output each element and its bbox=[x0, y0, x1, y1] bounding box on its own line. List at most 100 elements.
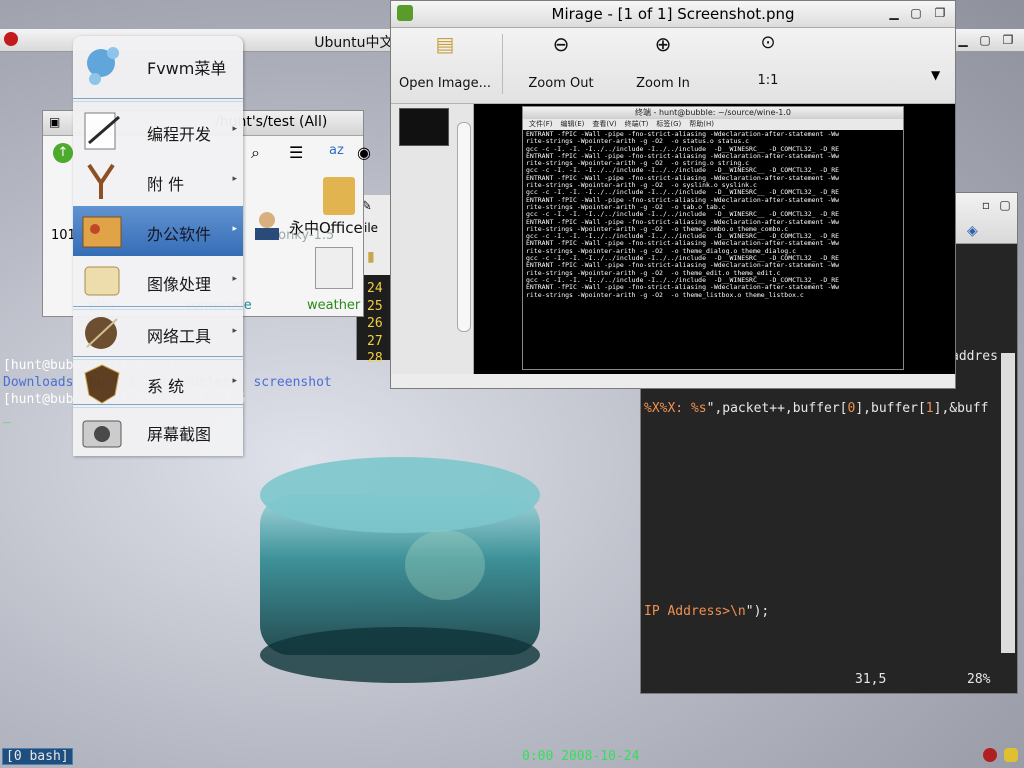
screenshot-output-line: rite-strings -Wpointer-arith -g -O2 -o t… bbox=[526, 290, 804, 299]
submenu-arrow-icon: ▸ bbox=[232, 274, 237, 284]
mirage-window-title: Mirage - [1 of 1] Screenshot.png bbox=[551, 5, 795, 23]
menu-item-label: 系 统 bbox=[147, 377, 185, 396]
submenu-arrow-icon: ▸ bbox=[232, 376, 237, 386]
minimize-icon[interactable]: ▁ bbox=[887, 6, 901, 20]
vim-text-line: addres bbox=[951, 349, 998, 364]
fvwm-start-menu[interactable]: Fvwm菜单 编程开发 ▸ 附 件 ▸ 办公软件 ▸ 图像处理 ▸ 网络工具 ▸… bbox=[73, 36, 243, 456]
mirage-toolbar: ▤ Open Image... ⊖ Zoom Out ⊕ Zoom In ⊙ 1… bbox=[391, 28, 955, 104]
vim-code-rest: ",packet++,buffer[0],buffer[1],&buff bbox=[706, 401, 989, 416]
maximize-icon[interactable]: ▢ bbox=[909, 6, 923, 20]
network-globe-icon bbox=[85, 317, 118, 349]
menu-item-accessories[interactable]: 附 件 ▸ bbox=[73, 156, 243, 206]
network-tray-icon[interactable] bbox=[1004, 748, 1018, 762]
screenshot-menu-item: 编辑(E) bbox=[560, 120, 585, 128]
pencil-paper-icon bbox=[84, 112, 120, 150]
screenshot-menu-item: 文件(F) bbox=[529, 120, 553, 128]
screenshot-menu-item: 标签(G) bbox=[656, 120, 682, 128]
zoom-in-label: Zoom In bbox=[636, 76, 690, 91]
menu-separator bbox=[73, 98, 243, 102]
zoom-out-button[interactable]: ⊖ Zoom Out bbox=[511, 32, 611, 100]
up-arrow-icon[interactable]: ↑ bbox=[53, 143, 73, 163]
maximize-icon[interactable]: ▢ bbox=[978, 33, 992, 47]
screenshot-terminal-title: 终端 - hunt@bubble: ~/source/wine-1.0 bbox=[523, 107, 903, 119]
actual-size-icon: ⊙ bbox=[760, 32, 776, 53]
file-manager-app-icon: ▣ bbox=[49, 115, 61, 129]
restore-icon[interactable]: ❐ bbox=[933, 6, 947, 20]
vim-code-line: %X%X: %s",packet++,buffer[0],buffer[1],&… bbox=[644, 401, 989, 416]
zoom-in-button[interactable]: ⊕ Zoom In bbox=[613, 32, 713, 100]
zoom-in-icon: ⊕ bbox=[654, 32, 672, 56]
submenu-arrow-icon: ▸ bbox=[232, 326, 237, 336]
screenshot-menu-item: 帮助(H) bbox=[689, 120, 715, 128]
screenshot-menu-item: 查看(V) bbox=[592, 120, 617, 128]
menu-item-image-processing[interactable]: 图像处理 ▸ bbox=[73, 256, 243, 306]
shield-icon bbox=[84, 364, 120, 404]
globe-icon bbox=[87, 47, 119, 85]
thumbnail-image[interactable] bbox=[399, 108, 449, 146]
sort-az-icon[interactable]: az bbox=[329, 143, 344, 158]
vim-ruler-position: 31,5 bbox=[855, 672, 887, 687]
camera-icon bbox=[82, 420, 122, 448]
slingshot-icon bbox=[87, 163, 115, 199]
open-image-button[interactable]: ▤ Open Image... bbox=[395, 32, 495, 100]
line-number: 28 bbox=[367, 351, 383, 366]
vim-scrollbar[interactable] bbox=[1001, 353, 1015, 653]
image-view-area[interactable]: 终端 - hunt@bubble: ~/source/wine-1.0 文件(F… bbox=[391, 104, 955, 374]
yozo-office-icon bbox=[255, 212, 279, 240]
menu-item-label: 网络工具 bbox=[147, 327, 212, 346]
folder-open-icon: ▤ bbox=[435, 32, 455, 56]
menu-item-label: 图像处理 bbox=[147, 275, 212, 294]
zoom-out-label: Zoom Out bbox=[528, 76, 594, 91]
opera-tray-icon[interactable] bbox=[983, 748, 997, 762]
menu-item-fvwm[interactable]: Fvwm菜单 bbox=[73, 40, 243, 90]
menu-item-screenshot[interactable]: 屏幕截图 bbox=[73, 406, 243, 456]
folder-icon[interactable]: ▮ bbox=[367, 249, 375, 265]
eye-icon[interactable]: ◉ bbox=[357, 143, 371, 162]
screenshot-terminal-menubar: 文件(F) 编辑(E) 查看(V) 终端(T) 标签(G) 帮助(H) bbox=[523, 119, 903, 130]
screenshot-terminal-output: ENTRANT -fPIC -Wall -pipe -fno-strict-al… bbox=[526, 131, 886, 367]
terminal-cursor: _ bbox=[3, 409, 11, 424]
minimize-icon[interactable]: ▫ bbox=[979, 198, 993, 212]
screenshot-terminal-image: 终端 - hunt@bubble: ~/source/wine-1.0 文件(F… bbox=[522, 106, 904, 370]
gear-file-icon[interactable] bbox=[315, 247, 353, 289]
submenu-arrow-icon: ▸ bbox=[232, 224, 237, 234]
menu-item-label: 附 件 bbox=[147, 175, 185, 194]
menu-item-network-tools[interactable]: 网络工具 ▸ bbox=[73, 308, 243, 358]
line-number: 25 bbox=[367, 298, 383, 314]
list-view-icon[interactable]: ☰ bbox=[289, 143, 303, 162]
minimize-icon[interactable]: ▁ bbox=[956, 33, 970, 47]
menu-item-programming[interactable]: 编程开发 ▸ bbox=[73, 106, 243, 156]
toolbar-overflow-chevron-icon[interactable]: ▼ bbox=[931, 68, 940, 82]
zoom-out-icon: ⊖ bbox=[552, 32, 570, 56]
submenu-arrow-icon: ▸ bbox=[232, 174, 237, 184]
vim-code-line-2: IP Address>\n"); bbox=[644, 604, 770, 619]
line-number: 27 bbox=[367, 333, 383, 349]
menu-item-label: Fvwm菜单 bbox=[147, 59, 227, 78]
mirage-titlebar: Mirage - [1 of 1] Screenshot.png ▁ ▢ ❐ bbox=[391, 1, 955, 28]
submenu-item-yozo-office[interactable]: 永中Office bbox=[289, 217, 363, 238]
vim-ruler-percent: 28% bbox=[967, 672, 991, 687]
maximize-icon[interactable]: ▢ bbox=[998, 198, 1012, 212]
actual-size-button[interactable]: ⊙ 1:1 bbox=[731, 32, 805, 100]
line-number: 24 bbox=[367, 281, 383, 296]
editor-file-label: ile bbox=[364, 221, 379, 235]
file-item-weather[interactable]: weather bbox=[307, 298, 360, 313]
menu-item-office[interactable]: 办公软件 ▸ bbox=[73, 206, 243, 256]
restore-icon[interactable]: ❐ bbox=[1001, 33, 1015, 47]
thumbnail-pane bbox=[391, 104, 474, 374]
office-picture-icon bbox=[82, 216, 122, 248]
open-image-label: Open Image... bbox=[399, 76, 491, 91]
thumbnail-scrollbar[interactable] bbox=[457, 122, 471, 332]
scroll-icon bbox=[84, 266, 120, 296]
menu-item-label: 屏幕截图 bbox=[147, 425, 212, 444]
actual-size-label: 1:1 bbox=[757, 73, 779, 88]
line-number: 26 bbox=[367, 316, 383, 331]
menu-item-label: 办公软件 bbox=[147, 225, 212, 244]
screen-clock: 0:00 2008-10-24 bbox=[522, 749, 640, 764]
vim-tool-icon[interactable]: ◈ bbox=[967, 223, 978, 239]
submenu-arrow-icon: ▸ bbox=[232, 124, 237, 134]
menu-item-system[interactable]: 系 统 ▸ bbox=[73, 358, 243, 408]
mirage-image-viewer-window[interactable]: Mirage - [1 of 1] Screenshot.png ▁ ▢ ❐ ▤… bbox=[390, 0, 956, 389]
zoom-icon[interactable]: ⌕ bbox=[251, 143, 260, 163]
office-submenu[interactable]: 永中Office bbox=[243, 206, 363, 246]
